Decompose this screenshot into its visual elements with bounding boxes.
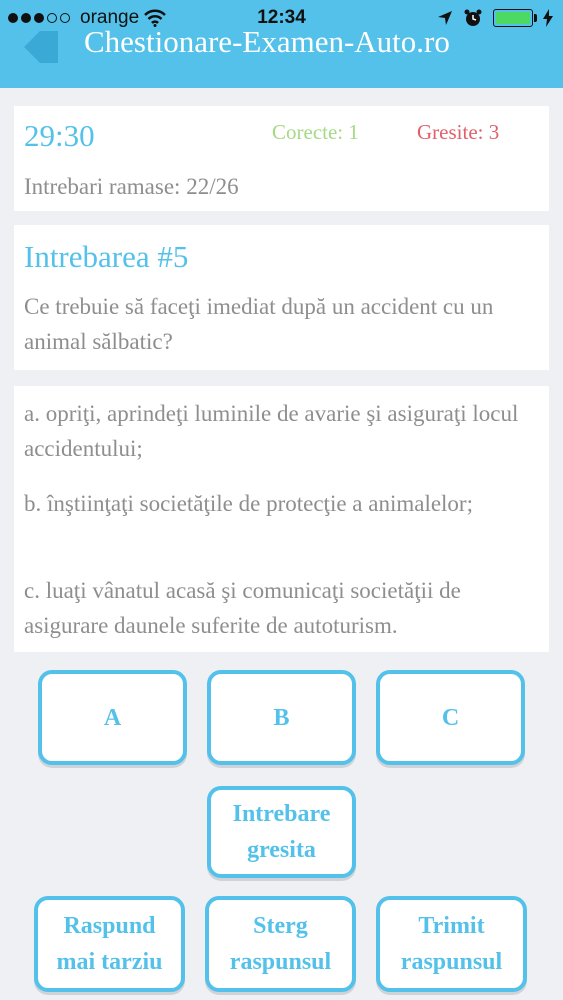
charging-icon xyxy=(543,9,553,27)
answer-a-button[interactable]: A xyxy=(38,670,187,765)
question-text: Ce trebuie să faceţi imediat după un acc… xyxy=(24,294,494,354)
timer: 29:30 xyxy=(24,118,95,153)
clear-answer-label: Sterg raspunsul xyxy=(229,913,332,975)
stats-panel: 29:30 Corecte: 1 Gresite: 3 Intrebari ra… xyxy=(14,106,549,211)
battery-icon xyxy=(493,9,537,27)
correct-count: Corecte: 1 xyxy=(272,120,359,144)
answer-c-text: c. luaţi vânatul acasă şi comunicaţi soc… xyxy=(24,578,461,638)
question-title: Intrebarea #5 xyxy=(24,239,189,274)
answer-b-button[interactable]: B xyxy=(207,670,356,765)
wrong-count: Gresite: 3 xyxy=(417,120,500,144)
alarm-icon xyxy=(464,9,482,26)
answer-b-text: b. înştiinţaţi societăţile de protecţie … xyxy=(24,491,473,516)
clear-answer-button[interactable]: Sterg raspunsul xyxy=(205,896,356,992)
answers-panel: a. opriţi, aprindeţi luminile de avarie … xyxy=(14,386,549,652)
wrong-question-label: Intrebare gresita xyxy=(232,801,331,863)
answer-later-label: Raspund mai tarziu xyxy=(56,913,163,975)
answer-c-button[interactable]: C xyxy=(376,670,525,765)
send-answer-button[interactable]: Trimit raspunsul xyxy=(376,896,527,992)
remaining-questions: Intrebari ramase: 22/26 xyxy=(24,174,239,199)
back-arrow-icon[interactable] xyxy=(24,28,58,66)
status-right xyxy=(437,8,553,28)
app-header: orange 12:34 Chestionare-Examen-Auto.ro xyxy=(0,0,563,88)
wrong-question-button[interactable]: Intrebare gresita xyxy=(207,786,356,878)
app-title: Chestionare-Examen-Auto.ro xyxy=(84,24,450,59)
answer-a-text: a. opriţi, aprindeţi luminile de avarie … xyxy=(24,401,519,461)
answer-later-button[interactable]: Raspund mai tarziu xyxy=(34,896,185,992)
send-answer-label: Trimit raspunsul xyxy=(400,913,503,975)
question-panel: Intrebarea #5 Ce trebuie să faceţi imedi… xyxy=(14,225,549,370)
